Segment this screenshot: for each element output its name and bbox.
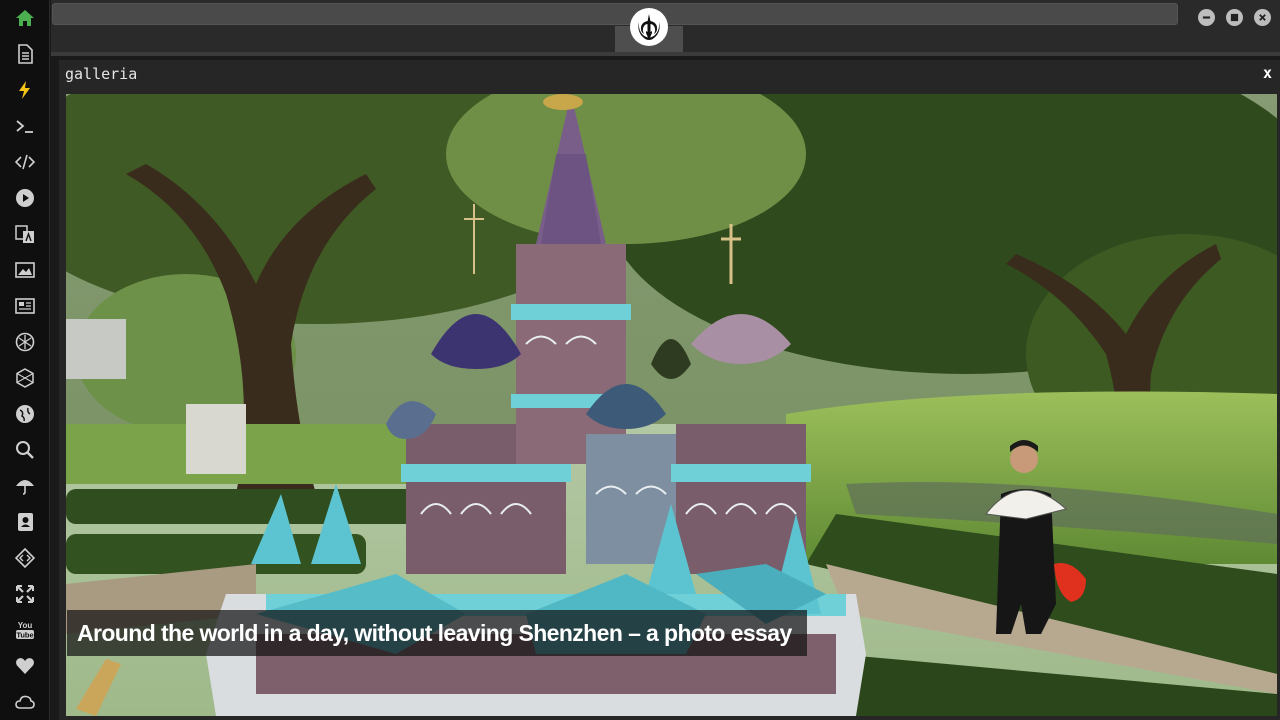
terminal-icon[interactable] <box>13 114 37 138</box>
rebel-alliance-logo-icon[interactable] <box>630 8 668 46</box>
code-icon[interactable] <box>13 150 37 174</box>
globe-icon[interactable] <box>13 402 37 426</box>
address-bar[interactable] <box>52 3 1178 25</box>
news-icon[interactable] <box>13 294 37 318</box>
hexagon-icon[interactable] <box>13 366 37 390</box>
lightning-icon[interactable] <box>13 78 37 102</box>
translate-icon[interactable] <box>13 222 37 246</box>
top-divider <box>51 52 1280 56</box>
close-button[interactable]: x <box>1263 64 1272 82</box>
aperture-icon[interactable] <box>13 330 37 354</box>
maximize-button[interactable] <box>1226 9 1243 26</box>
heart-icon[interactable] <box>13 654 37 678</box>
svg-text:Tube: Tube <box>16 631 33 640</box>
contact-icon[interactable] <box>13 510 37 534</box>
document-icon[interactable] <box>13 42 37 66</box>
play-icon[interactable] <box>13 186 37 210</box>
photo-caption[interactable]: Around the world in a day, without leavi… <box>67 610 807 656</box>
umbrella-icon[interactable] <box>13 474 37 498</box>
home-icon[interactable] <box>13 6 37 30</box>
search-icon[interactable] <box>13 438 37 462</box>
sidebar: You Tube <box>0 0 50 720</box>
expand-icon[interactable] <box>13 582 37 606</box>
cloud-icon[interactable] <box>13 690 37 714</box>
close-window-button[interactable] <box>1254 9 1271 26</box>
window-title: galleria <box>65 65 138 83</box>
svg-text:You: You <box>18 621 33 630</box>
minimize-button[interactable] <box>1198 9 1215 26</box>
dev-icon[interactable] <box>13 546 37 570</box>
youtube-icon[interactable]: You Tube <box>13 618 37 642</box>
image-icon[interactable] <box>13 258 37 282</box>
